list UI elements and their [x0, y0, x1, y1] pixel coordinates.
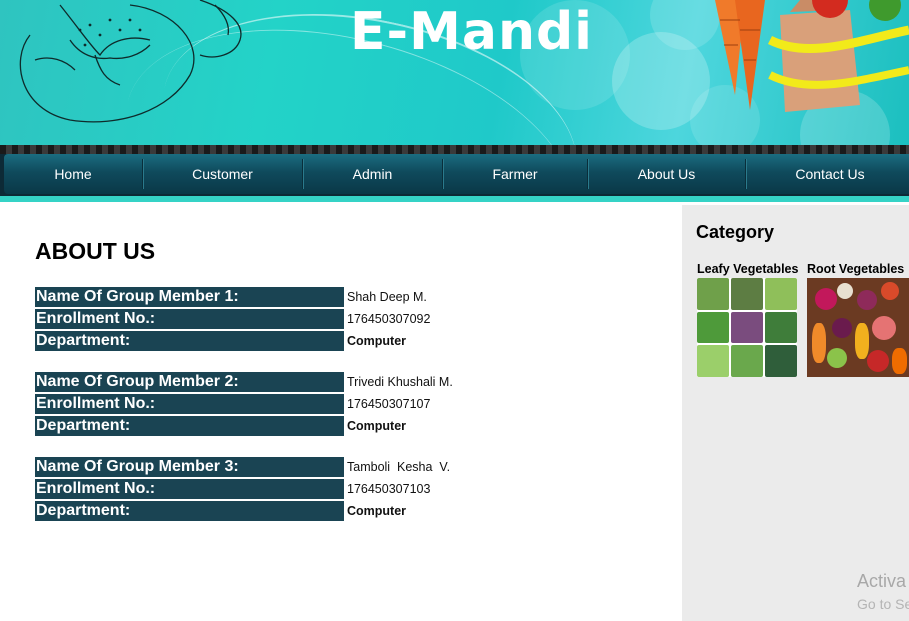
main-nav: Home Customer Admin Farmer About Us Cont…	[0, 145, 909, 202]
root-veg-shape	[815, 288, 837, 310]
root-veg-shape	[812, 323, 826, 363]
leafy-vegetables-image[interactable]	[697, 278, 797, 377]
enrollment-label: Enrollment No.:	[35, 309, 344, 329]
root-veg-shape	[837, 283, 853, 299]
root-veg-shape	[892, 348, 907, 374]
nav-farmer[interactable]: Farmer	[443, 154, 587, 194]
nav-admin[interactable]: Admin	[303, 154, 442, 194]
root-veg-shape	[881, 282, 899, 300]
department-label: Department:	[35, 501, 344, 521]
leafy-tile	[731, 278, 763, 310]
member-name-value: Trivedi Khushali M.	[347, 375, 453, 389]
leafy-tile	[731, 311, 763, 344]
department-value: Computer	[347, 504, 407, 518]
nav-about-us[interactable]: About Us	[588, 154, 745, 194]
nav-customer[interactable]: Customer	[143, 154, 302, 194]
nav-bottom-strip	[0, 196, 909, 202]
root-veg-shape	[827, 348, 847, 368]
department-value: Computer	[347, 419, 407, 433]
vegetables-illustration	[715, 0, 909, 112]
enrollment-value: 176450307092	[347, 312, 431, 326]
enrollment-label: Enrollment No.:	[35, 479, 344, 499]
department-value: Computer	[347, 334, 407, 348]
category-leafy-vegetables[interactable]: Leafy Vegetables	[697, 262, 798, 377]
windows-activation-watermark: Activa	[857, 571, 907, 591]
nav-top-strip	[0, 145, 909, 154]
leafy-tile	[697, 345, 729, 377]
member-name-value: Tamboli Kesha V.	[347, 460, 451, 474]
enrollment-label: Enrollment No.:	[35, 394, 344, 414]
header-banner: E-Mandi	[0, 0, 909, 145]
site-title: E-Mandi	[350, 2, 594, 62]
member-name-label: Name Of Group Member 3:	[35, 457, 344, 477]
member-name-label: Name Of Group Member 1:	[35, 287, 344, 307]
category-label: Leafy Vegetables	[697, 262, 799, 276]
page-title: ABOUT US	[35, 238, 156, 264]
root-veg-shape	[872, 316, 896, 340]
root-veg-shape	[832, 318, 852, 338]
windows-activation-hint: Go to Se	[857, 596, 909, 612]
department-label: Department:	[35, 416, 344, 436]
leafy-tile	[765, 345, 797, 377]
category-heading: Category	[696, 222, 775, 242]
leafy-tile	[697, 278, 729, 310]
root-veg-shape	[867, 350, 889, 372]
member-name-label: Name Of Group Member 2:	[35, 372, 344, 392]
leafy-tile	[731, 345, 763, 377]
leafy-tile	[697, 311, 729, 344]
root-veg-shape	[855, 323, 869, 359]
member-name-value: Shah Deep M.	[347, 290, 427, 304]
root-veg-shape	[857, 290, 877, 310]
enrollment-value: 176450307107	[347, 397, 431, 411]
category-root-vegetables[interactable]: Root Vegetables	[807, 262, 909, 377]
department-label: Department:	[35, 331, 344, 351]
category-sidebar: Category Leafy Vegetables Root Vegetable…	[682, 205, 909, 621]
category-label: Root Vegetables	[807, 262, 905, 276]
nav-home[interactable]: Home	[4, 154, 142, 194]
leafy-tile	[765, 278, 797, 310]
leafy-tile	[765, 311, 797, 344]
enrollment-value: 176450307103	[347, 482, 431, 496]
root-vegetables-image[interactable]	[807, 278, 909, 377]
cabbage-illustration	[19, 0, 242, 123]
nav-contact-us[interactable]: Contact Us	[746, 154, 909, 194]
